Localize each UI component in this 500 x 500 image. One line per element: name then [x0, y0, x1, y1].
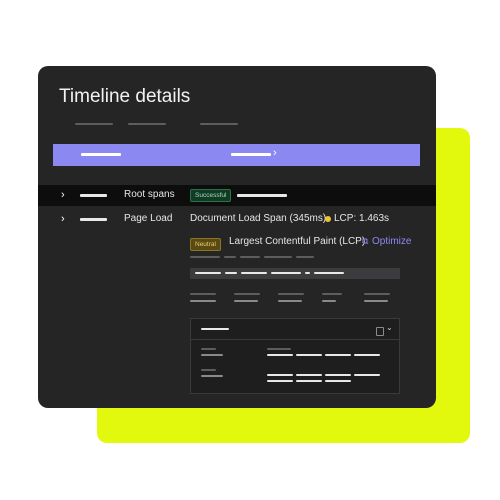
- panel-title-placeholder: [201, 328, 229, 330]
- code-snippet-bar: [190, 268, 400, 279]
- panel-value-placeholder: [325, 374, 351, 376]
- panel-value-placeholder: [267, 380, 293, 382]
- panel-value-placeholder: [325, 380, 351, 382]
- panel-key-placeholder: [201, 354, 223, 356]
- row-label-root-spans: Root spans: [124, 189, 175, 200]
- panel-value-placeholder: [296, 380, 322, 382]
- attribute-value-placeholder: [278, 300, 302, 302]
- panel-value-placeholder: [267, 374, 293, 376]
- panel-value-placeholder: [267, 348, 291, 350]
- info-placeholder: [264, 256, 292, 258]
- attribute-value-placeholder: [364, 300, 388, 302]
- panel-key-placeholder: [201, 369, 216, 371]
- info-placeholder: [240, 256, 260, 258]
- panel-value-placeholder: [354, 354, 380, 356]
- detail-panel: ⌄: [190, 318, 400, 394]
- panel-value-placeholder: [296, 374, 322, 376]
- row-id-placeholder: [80, 194, 107, 197]
- column-header-placeholder: [75, 123, 113, 125]
- code-placeholder: [271, 272, 301, 274]
- document-load-span: Document Load Span (345ms): [190, 213, 327, 224]
- chevron-right-icon[interactable]: ›: [273, 147, 277, 159]
- warning-dot-icon: [325, 216, 331, 222]
- panel-value-placeholder: [325, 354, 351, 356]
- copy-icon[interactable]: [376, 327, 384, 336]
- timeline-card: Timeline details › › Root spans Successf…: [38, 66, 436, 408]
- attribute-value-placeholder: [234, 300, 258, 302]
- selected-timeline-row[interactable]: ›: [53, 144, 420, 166]
- panel-value-placeholder: [267, 354, 293, 356]
- row-label-placeholder: [81, 153, 121, 156]
- row-value-placeholder: [231, 153, 271, 156]
- panel-value-placeholder: [296, 354, 322, 356]
- code-placeholder: [305, 272, 310, 274]
- optimize-link[interactable]: Optimize: [372, 236, 411, 247]
- row-id-placeholder: [80, 218, 107, 221]
- page-title: Timeline details: [59, 86, 191, 107]
- code-placeholder: [314, 272, 344, 274]
- attribute-value-placeholder: [322, 300, 336, 302]
- panel-value-placeholder: [354, 374, 380, 376]
- attribute-label-placeholder: [364, 293, 390, 295]
- row-label-page-load: Page Load: [124, 213, 173, 224]
- chevron-right-icon[interactable]: ›: [61, 189, 65, 201]
- attribute-value-placeholder: [190, 300, 216, 302]
- external-link-icon[interactable]: ⧉: [362, 236, 368, 247]
- chevron-right-icon[interactable]: ›: [61, 213, 65, 225]
- detail-panel-header[interactable]: ⌄: [191, 319, 399, 340]
- info-placeholder: [296, 256, 314, 258]
- row-value-placeholder: [237, 194, 287, 197]
- status-badge: Successful: [190, 189, 232, 202]
- code-placeholder: [225, 272, 237, 274]
- info-placeholder: [224, 256, 236, 258]
- attribute-label-placeholder: [322, 293, 342, 295]
- panel-key-placeholder: [201, 348, 216, 350]
- code-placeholder: [195, 272, 221, 274]
- info-placeholder: [190, 256, 220, 258]
- column-header-placeholder: [128, 123, 166, 125]
- column-header-placeholder: [200, 123, 238, 125]
- attribute-label-placeholder: [234, 293, 260, 295]
- lcp-metric: LCP: 1.463s: [334, 213, 390, 224]
- attribute-label-placeholder: [190, 293, 216, 295]
- code-placeholder: [241, 272, 267, 274]
- panel-key-placeholder: [201, 375, 223, 377]
- chevron-down-icon[interactable]: ⌄: [386, 323, 393, 332]
- table-row[interactable]: › Root spans Successful: [38, 185, 436, 206]
- neutral-badge: Neutral: [190, 238, 221, 251]
- lcp-detail-label: Largest Contentful Paint (LCP): [229, 236, 366, 247]
- attribute-label-placeholder: [278, 293, 304, 295]
